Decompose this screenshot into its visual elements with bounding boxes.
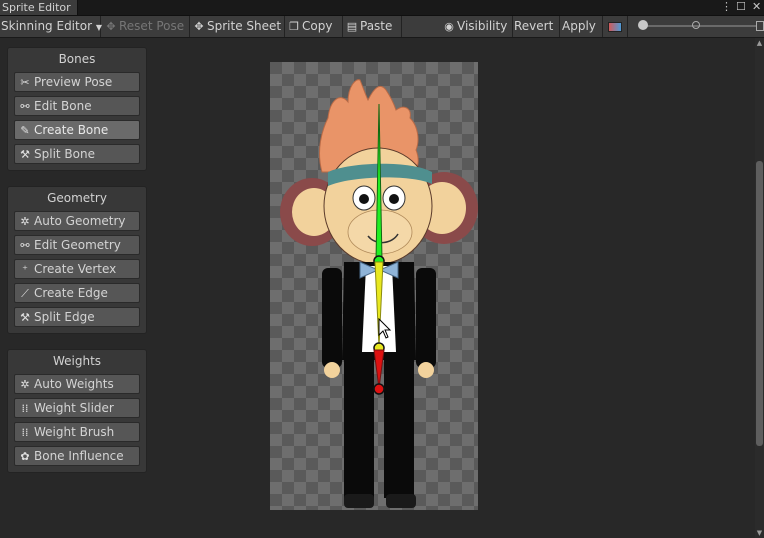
window-title[interactable]: Sprite Editor: [0, 0, 78, 15]
preview-pose-label: Preview Pose: [34, 75, 113, 89]
bones-panel-title: Bones: [58, 52, 96, 66]
edit-geometry-label: Edit Geometry: [34, 238, 121, 252]
preview-pose-button[interactable]: ✂ Preview Pose: [14, 72, 140, 92]
scroll-down-icon[interactable]: ▼: [755, 529, 764, 537]
split-edge-label: Split Edge: [34, 310, 95, 324]
bone-influence-button[interactable]: ✿ Bone Influence: [14, 446, 140, 466]
weight-slider-button[interactable]: ⁞⁞ Weight Slider: [14, 398, 140, 418]
create-vertex-button[interactable]: ⁺ Create Vertex: [14, 259, 140, 279]
split-edge-button[interactable]: ⚒ Split Edge: [14, 307, 140, 327]
auto-geometry-label: Auto Geometry: [34, 214, 126, 228]
visibility-button[interactable]: ◉ Visibility: [440, 16, 513, 37]
edit-bone-label: Edit Bone: [34, 99, 92, 113]
bones-panel: Bones ✂ Preview Pose ⚯ Edit Bone ✎ Create B…: [7, 47, 147, 171]
more-options-icon[interactable]: ⋮: [721, 0, 732, 15]
revert-button[interactable]: Revert: [511, 16, 560, 37]
create-bone-label: Create Bone: [34, 123, 109, 137]
sprite-transparency-background[interactable]: [270, 62, 478, 510]
zoom-end-icon: [756, 21, 764, 31]
apply-label: Apply: [562, 19, 596, 33]
copy-button[interactable]: ❐ Copy: [284, 16, 343, 37]
auto-geometry-button[interactable]: ✲ Auto Geometry: [14, 211, 140, 231]
zoom-slider[interactable]: [638, 16, 764, 37]
geometry-panel-title: Geometry: [47, 191, 107, 205]
weights-panel-title: Weights: [52, 354, 102, 368]
paste-button[interactable]: ▤ Paste: [342, 16, 402, 37]
auto-weights-icon: ✲: [20, 378, 30, 391]
zoom-slider-handle[interactable]: [638, 20, 648, 30]
create-vertex-label: Create Vertex: [34, 262, 117, 276]
window-titlebar: Sprite Editor ⋮ ☐ ✕: [0, 0, 764, 16]
mouse-cursor-icon: [378, 318, 392, 339]
color-mode-button[interactable]: [600, 16, 628, 37]
zoom-marker-icon: [692, 21, 700, 29]
split-bone-button[interactable]: ⚒ Split Bone: [14, 144, 140, 164]
weight-brush-button[interactable]: ⁞⁞ Weight Brush: [14, 422, 140, 442]
edit-geometry-button[interactable]: ⚯ Edit Geometry: [14, 235, 140, 255]
reset-pose-label: Reset Pose: [119, 19, 185, 33]
auto-geometry-icon: ✲: [20, 215, 30, 228]
paste-icon: ▤: [346, 20, 358, 33]
split-edge-icon: ⚒: [20, 311, 30, 324]
reset-pose-icon: ✥: [106, 20, 116, 33]
weights-panel: Weights ✲ Auto Weights ⁞⁞ Weight Slider ⁞⁞…: [7, 349, 147, 473]
paste-label: Paste: [360, 19, 393, 33]
color-swatch-icon: [608, 22, 622, 32]
weight-brush-icon: ⁞⁞: [21, 426, 29, 439]
geometry-panel: Geometry ✲ Auto Geometry ⚯ Edit Geometry ⁺…: [7, 186, 147, 334]
weight-brush-label: Weight Brush: [34, 425, 115, 439]
weight-slider-label: Weight Slider: [34, 401, 114, 415]
sprite-sheet-button[interactable]: ✥ Sprite Sheet: [189, 16, 285, 37]
vertical-scrollbar[interactable]: ▲ ▼: [755, 38, 764, 538]
maximize-icon[interactable]: ☐: [736, 0, 746, 15]
create-bone-button[interactable]: ✎ Create Bone: [14, 120, 140, 140]
split-bone-label: Split Bone: [34, 147, 95, 161]
preview-pose-icon: ✂: [20, 76, 30, 89]
bone-influence-icon: ✿: [20, 450, 30, 463]
sprite-sheet-icon: ✥: [194, 20, 204, 33]
split-bone-icon: ⚒: [20, 148, 30, 161]
scroll-thumb[interactable]: [756, 161, 763, 446]
eye-icon: ◉: [444, 20, 454, 33]
create-vertex-icon: ⁺: [22, 263, 28, 276]
visibility-label: Visibility: [457, 19, 508, 33]
edit-bone-icon: ⚯: [20, 100, 30, 113]
edit-geometry-icon: ⚯: [20, 239, 30, 252]
mode-dropdown-label: Skinning Editor: [1, 19, 92, 33]
mode-dropdown[interactable]: Skinning Editor ▼: [0, 16, 102, 37]
revert-label: Revert: [514, 19, 554, 33]
auto-weights-button[interactable]: ✲ Auto Weights: [14, 374, 140, 394]
copy-label: Copy: [302, 19, 333, 33]
toolbar: Skinning Editor ▼ ✥ Reset Pose ✥ Sprite Sh…: [0, 16, 764, 38]
edit-bone-button[interactable]: ⚯ Edit Bone: [14, 96, 140, 116]
sprite-sheet-label: Sprite Sheet: [207, 19, 282, 33]
scroll-up-icon[interactable]: ▲: [755, 39, 764, 47]
create-edge-button[interactable]: ⟋ Create Edge: [14, 283, 140, 303]
bone-influence-label: Bone Influence: [34, 449, 124, 463]
create-edge-icon: ⟋: [21, 287, 29, 300]
close-icon[interactable]: ✕: [752, 0, 761, 15]
create-edge-label: Create Edge: [34, 286, 108, 300]
weight-slider-icon: ⁞⁞: [21, 402, 29, 415]
copy-icon: ❐: [289, 20, 299, 33]
apply-button[interactable]: Apply: [558, 16, 603, 37]
create-bone-icon: ✎: [20, 124, 30, 137]
auto-weights-label: Auto Weights: [34, 377, 114, 391]
reset-pose-button[interactable]: ✥ Reset Pose: [101, 16, 190, 37]
